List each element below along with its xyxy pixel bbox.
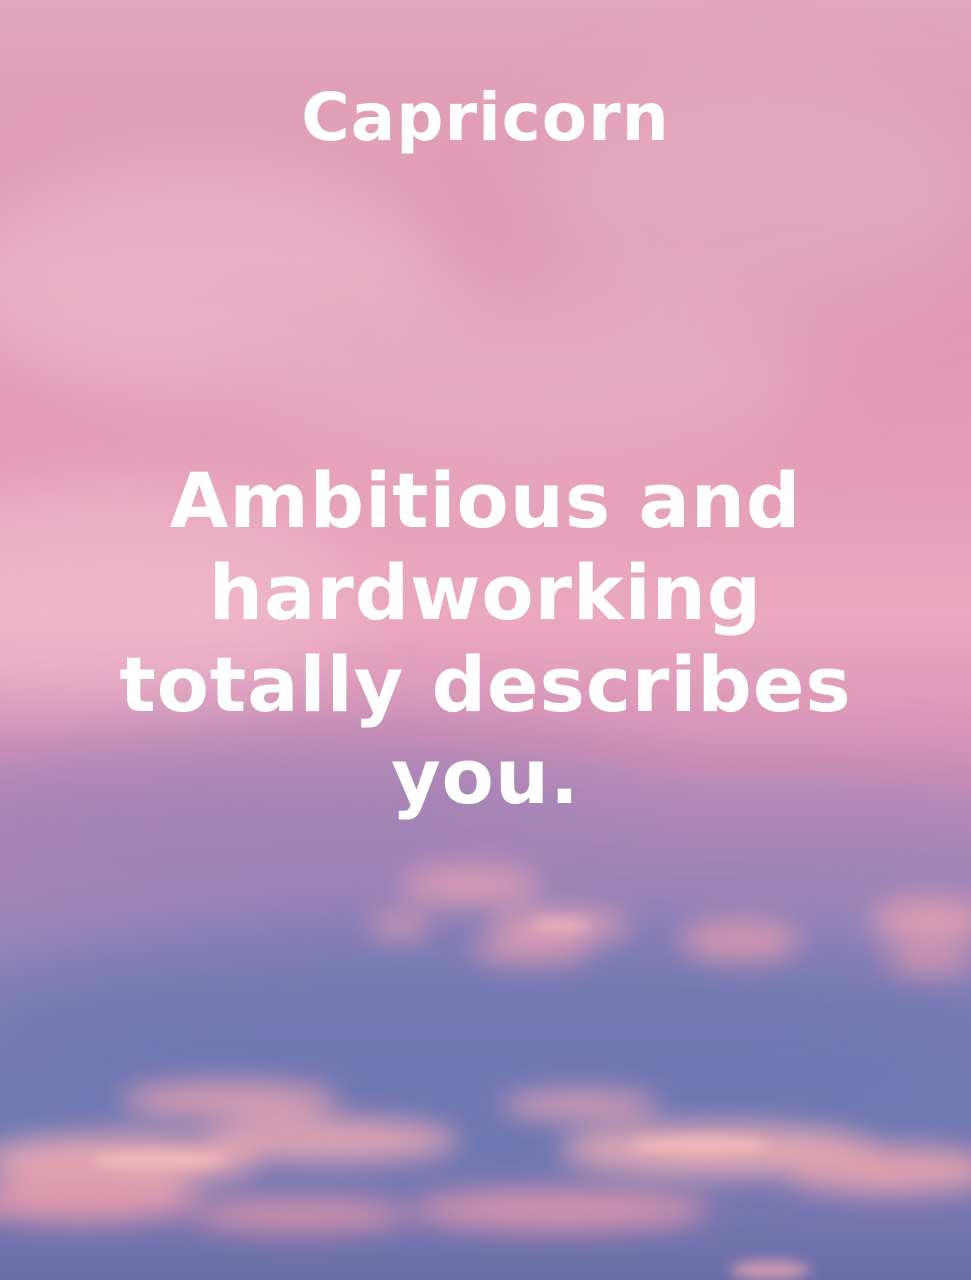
message-line: totally describes bbox=[119, 640, 852, 729]
message-line: you. bbox=[391, 732, 580, 821]
message-line: Ambitious and bbox=[169, 456, 802, 545]
zodiac-sign-title: Capricorn bbox=[301, 79, 670, 156]
message-line: hardworking bbox=[208, 548, 763, 637]
horoscope-message: Ambitious and hardworking totally descri… bbox=[40, 455, 931, 823]
